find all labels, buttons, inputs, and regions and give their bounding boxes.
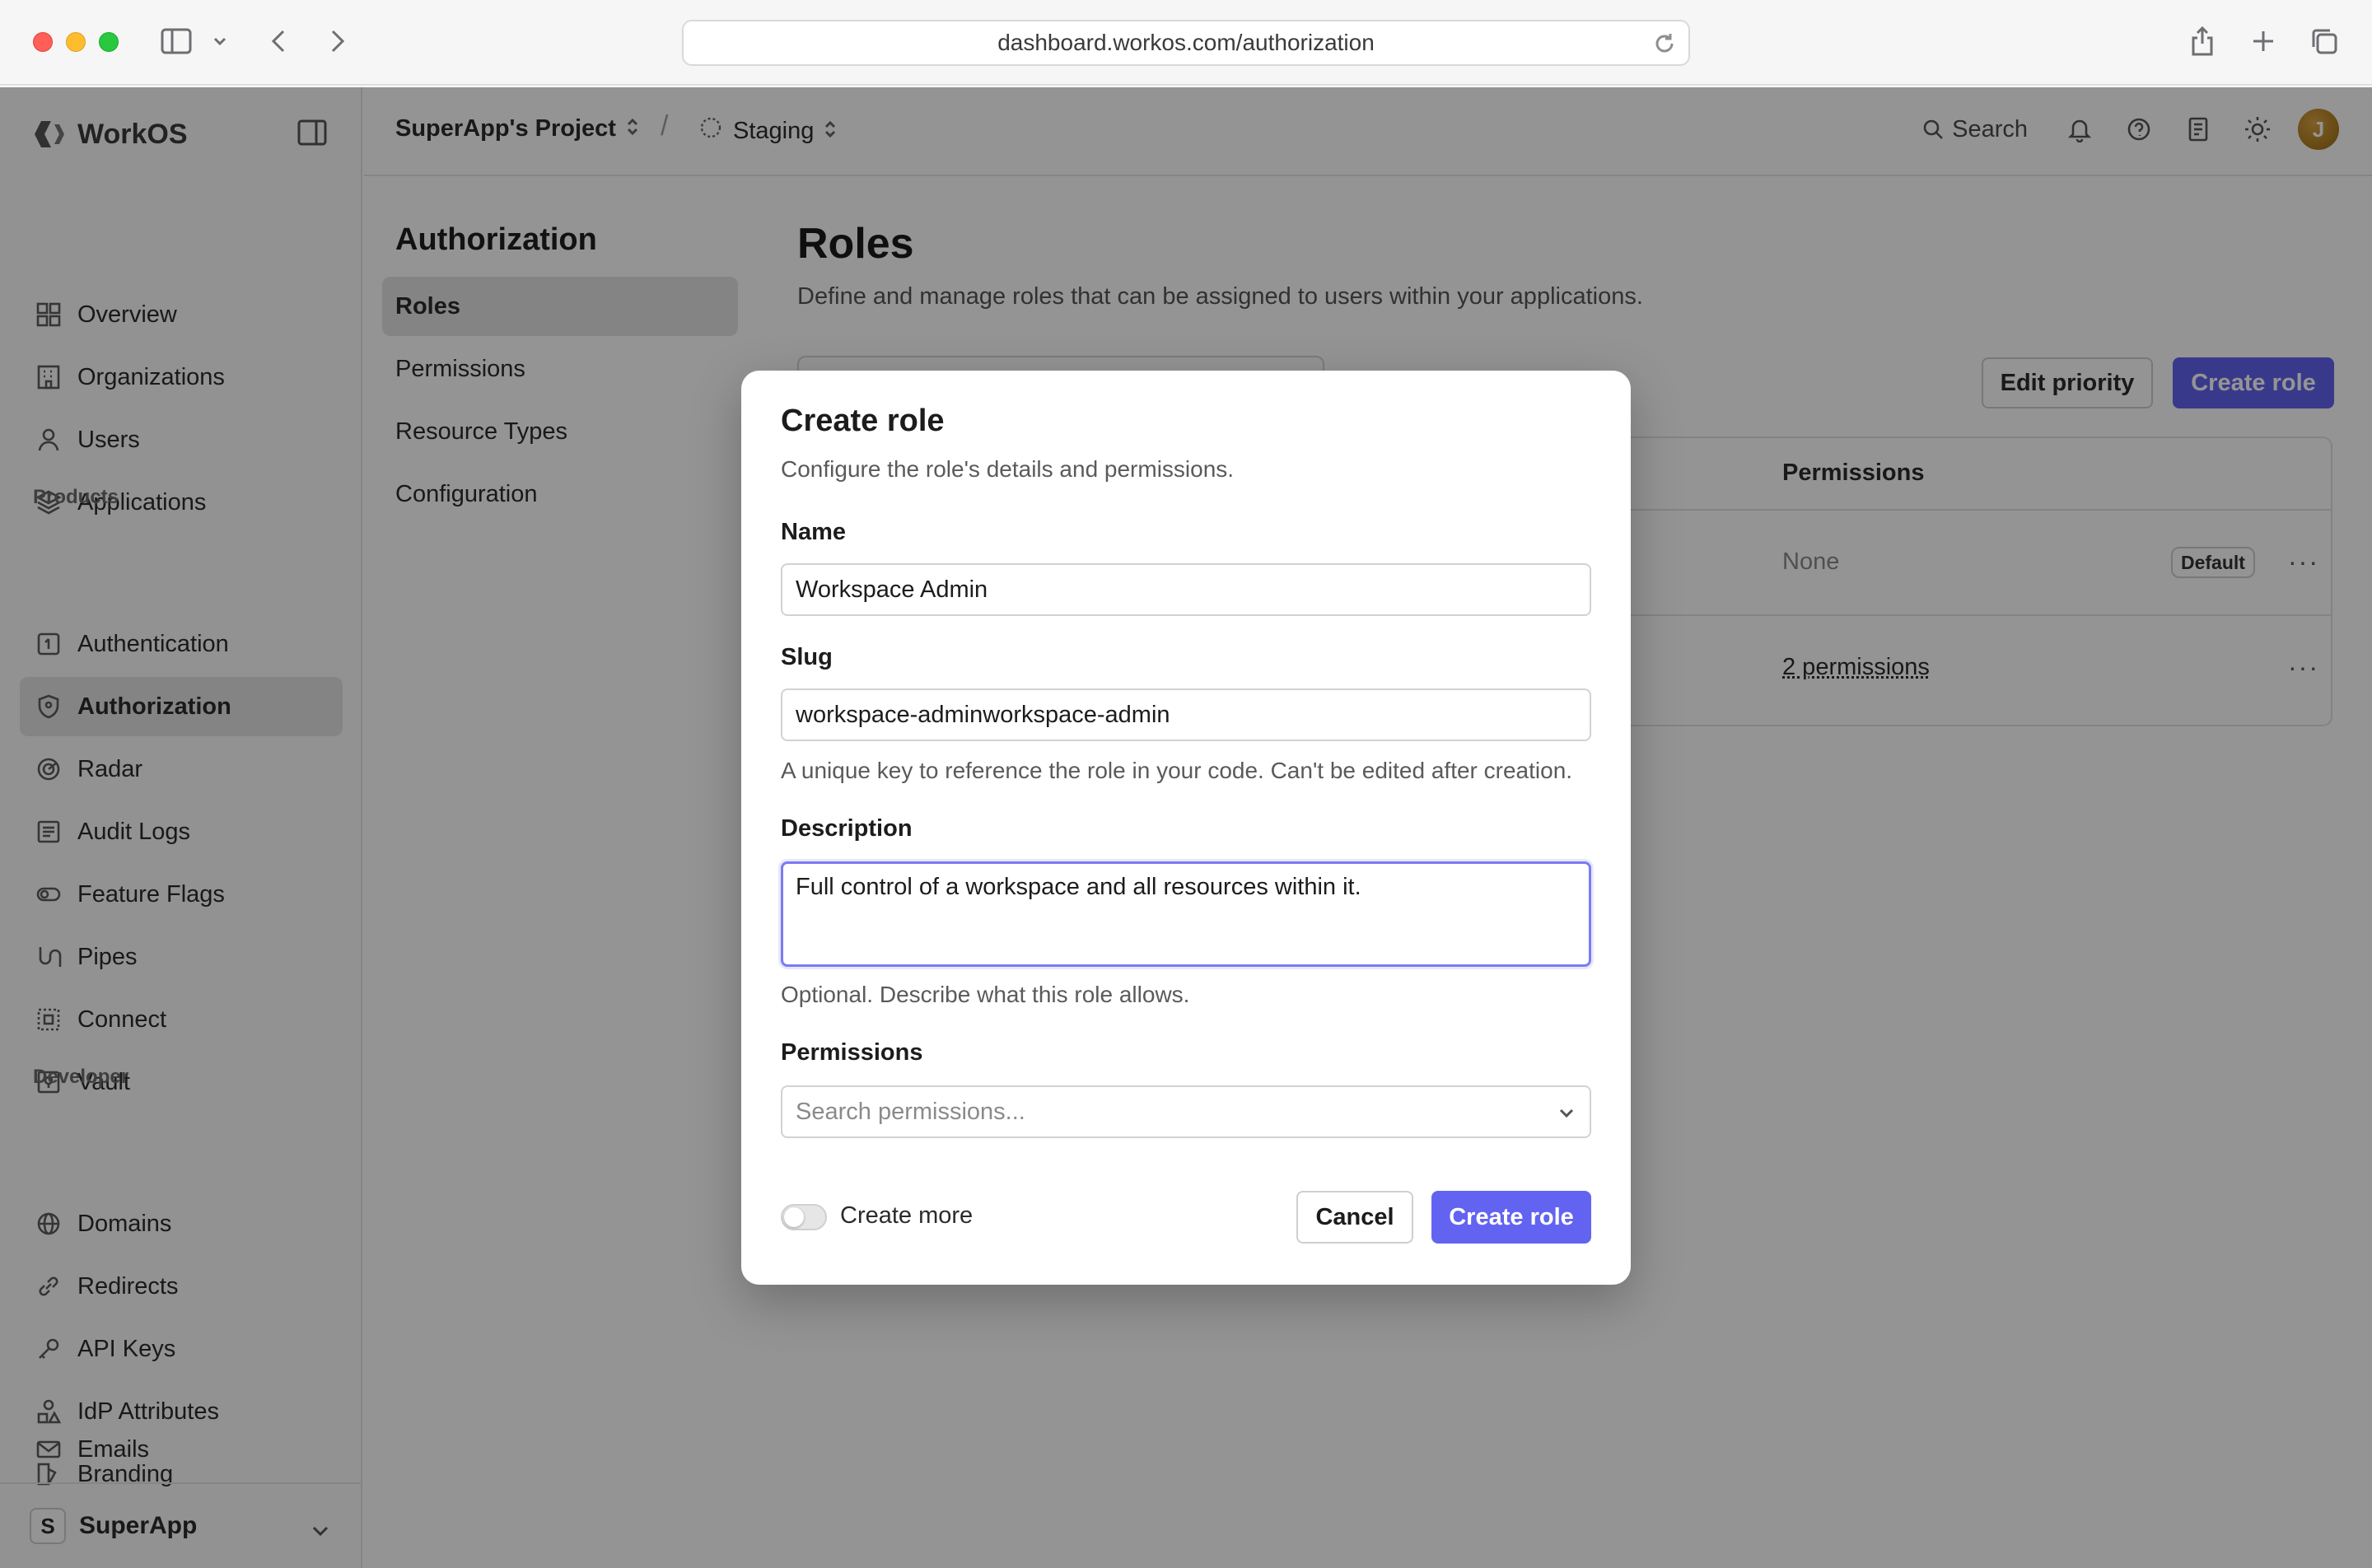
browser-chrome: dashboard.workos.com/authorization [0, 0, 2372, 86]
create-role-button[interactable]: Create role [1431, 1191, 1591, 1244]
new-tab-icon[interactable] [2247, 25, 2280, 58]
permissions-select[interactable]: Search permissions... [781, 1085, 1591, 1138]
create-role-dialog: Create role Configure the role's details… [741, 371, 1631, 1285]
back-arrow-icon[interactable] [262, 25, 295, 58]
cancel-button[interactable]: Cancel [1296, 1191, 1413, 1244]
share-icon[interactable] [2186, 25, 2219, 58]
name-label: Name [781, 519, 846, 545]
description-field[interactable]: Full control of a workspace and all reso… [781, 861, 1591, 967]
create-more-toggle[interactable] [781, 1204, 827, 1230]
minimize-window-button[interactable] [66, 32, 86, 52]
permissions-label: Permissions [781, 1039, 923, 1066]
maximize-window-button[interactable] [99, 32, 119, 52]
sidebar-toggle-icon[interactable] [160, 25, 193, 58]
permissions-placeholder: Search permissions... [796, 1098, 1025, 1125]
chevron-down-icon[interactable] [208, 25, 232, 58]
name-field[interactable] [781, 563, 1591, 616]
forward-arrow-icon[interactable] [321, 25, 354, 58]
dialog-subtitle: Configure the role's details and permiss… [781, 456, 1235, 482]
slug-field[interactable] [781, 688, 1591, 741]
dialog-title: Create role [781, 404, 945, 438]
close-window-button[interactable] [33, 32, 53, 52]
description-label: Description [781, 815, 913, 842]
slug-help-text: A unique key to reference the role in yo… [781, 758, 1573, 783]
url-text: dashboard.workos.com/authorization [997, 30, 1375, 55]
chevron-down-icon [1557, 1102, 1576, 1129]
toggle-knob [784, 1207, 804, 1227]
description-help-text: Optional. Describe what this role allows… [781, 982, 1190, 1007]
slug-label: Slug [781, 644, 833, 670]
create-more-label: Create more [840, 1202, 974, 1229]
tab-overview-icon[interactable] [2308, 25, 2341, 58]
address-bar[interactable]: dashboard.workos.com/authorization [682, 20, 1690, 66]
reload-icon[interactable] [1652, 31, 1677, 56]
